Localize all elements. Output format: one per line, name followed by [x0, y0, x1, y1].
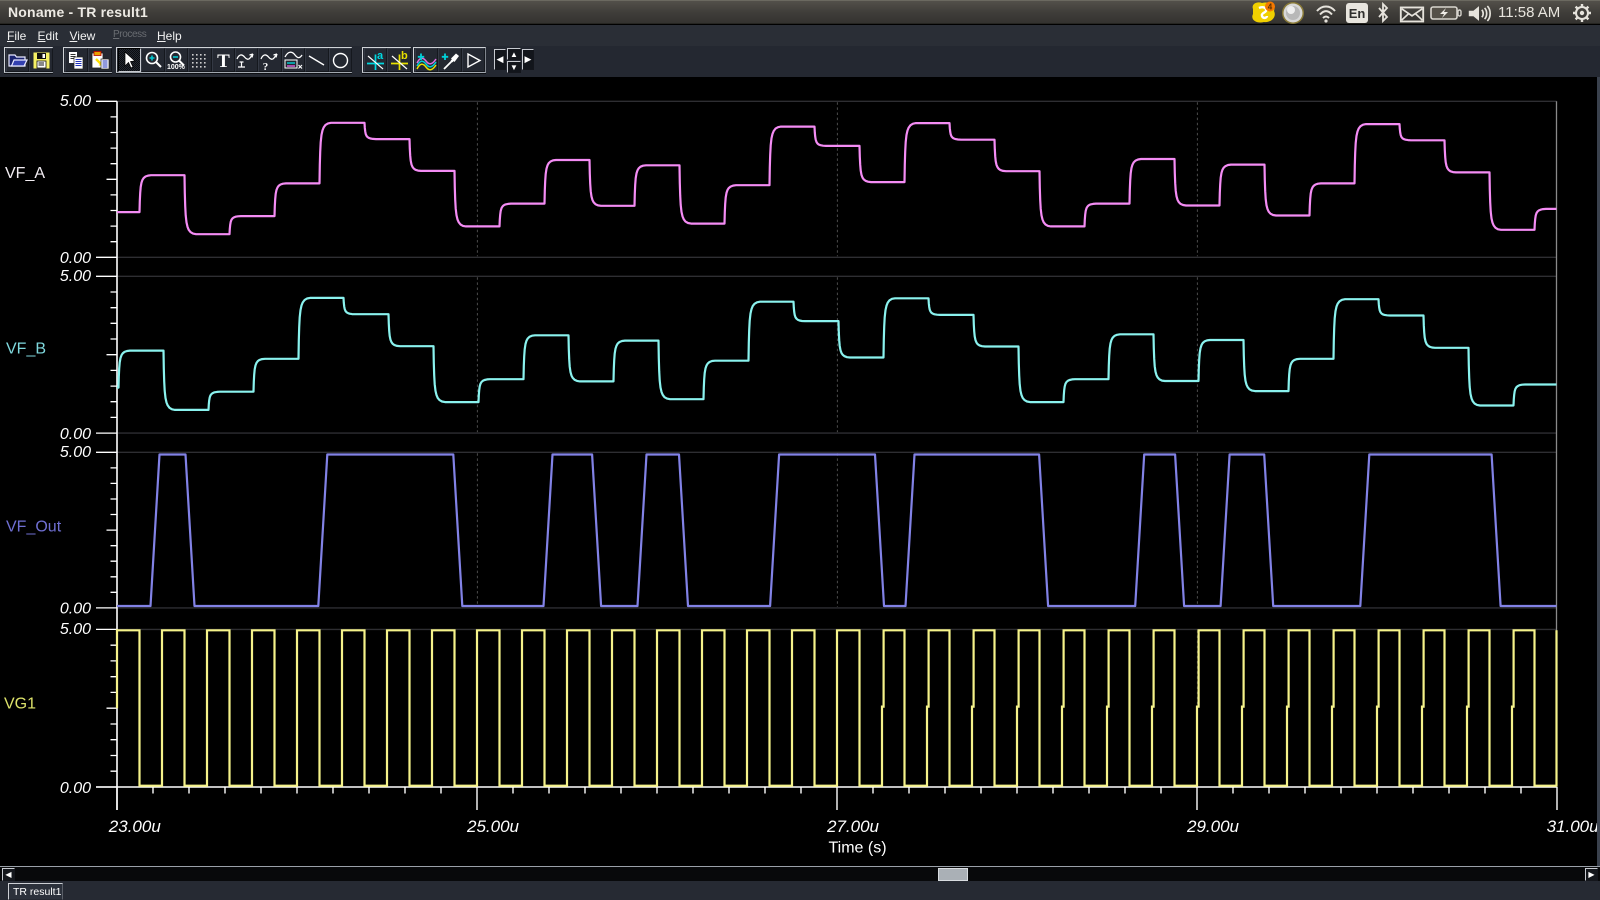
- svg-text:Time (s): Time (s): [828, 840, 886, 857]
- svg-text:25.00u: 25.00u: [466, 817, 520, 836]
- svg-text:27.00u: 27.00u: [826, 817, 880, 836]
- svg-text:5.00: 5.00: [60, 93, 91, 110]
- svg-text:100%: 100%: [167, 64, 186, 71]
- svg-text:5.00: 5.00: [60, 621, 91, 638]
- svg-text:VG1: VG1: [4, 696, 36, 713]
- svg-text:a: a: [377, 50, 384, 62]
- svg-text:VF_B: VF_B: [6, 341, 46, 358]
- svg-text:5.00: 5.00: [60, 444, 91, 461]
- svg-text:29.00u: 29.00u: [1186, 817, 1240, 836]
- svg-text:T: T: [217, 51, 230, 71]
- svg-text:0.00: 0.00: [60, 780, 91, 797]
- svg-text:b: b: [401, 50, 408, 62]
- svg-text:?: ?: [262, 61, 268, 71]
- svg-text:4: 4: [1268, 3, 1273, 12]
- svg-text:0.00: 0.00: [60, 250, 91, 267]
- svg-text:VF_A: VF_A: [5, 165, 45, 182]
- svg-text:23.00u: 23.00u: [108, 817, 162, 836]
- svg-text:0.00: 0.00: [60, 426, 91, 443]
- svg-text:31.00u: 31.00u: [1547, 817, 1600, 836]
- svg-text:0.00: 0.00: [60, 601, 91, 618]
- svg-text:5.00: 5.00: [60, 268, 91, 285]
- svg-text:VF_Out: VF_Out: [6, 519, 62, 536]
